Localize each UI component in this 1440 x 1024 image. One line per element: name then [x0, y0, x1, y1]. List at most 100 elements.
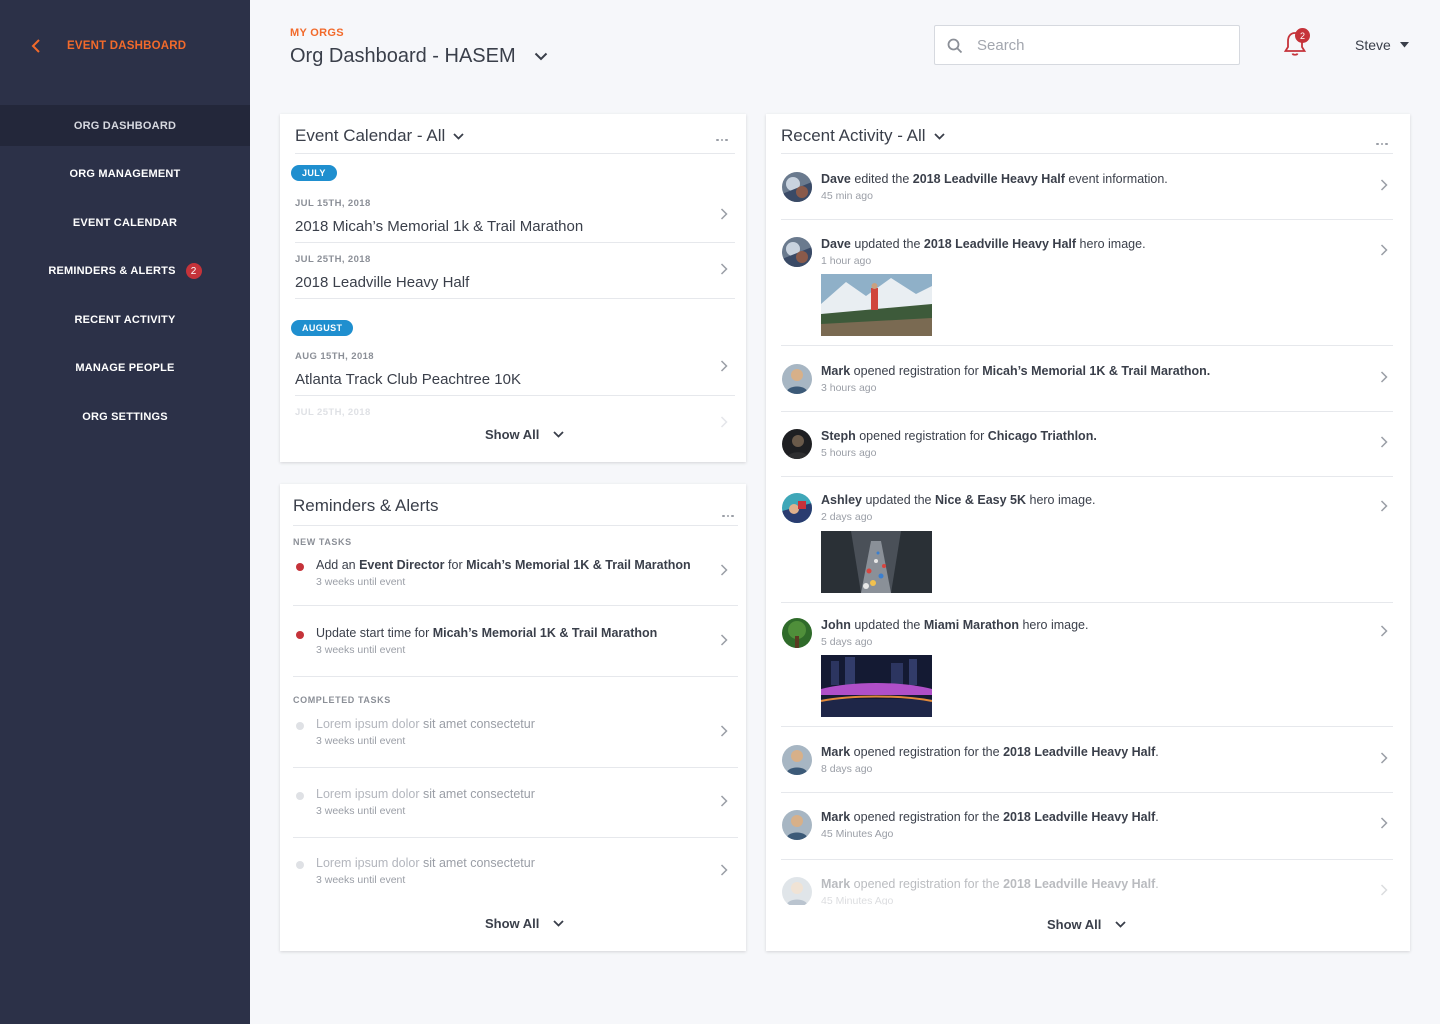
- chevron-right-icon: [1380, 371, 1388, 383]
- activity-time: 2 days ago: [821, 511, 873, 523]
- activity-item[interactable]: Mark opened registration for the 2018 Le…: [781, 745, 1393, 785]
- chevron-right-icon: [1380, 625, 1388, 637]
- card-title: Reminders & Alerts: [293, 496, 439, 515]
- activity-text: Steph opened registration for Chicago Tr…: [821, 429, 1097, 443]
- activity-item[interactable]: Steph opened registration for Chicago Tr…: [781, 429, 1393, 469]
- event-calendar-show-all-button[interactable]: Show All: [485, 427, 565, 442]
- activity-time: 5 hours ago: [821, 447, 877, 459]
- page-title: Org Dashboard - HASEM: [290, 45, 516, 67]
- more-options-icon[interactable]: [1376, 132, 1390, 145]
- month-pill-july: JULY: [291, 165, 337, 181]
- task-title: Lorem ipsum dolor sit amet consectetur: [316, 856, 535, 870]
- event-row[interactable]: JUL 25TH, 2018: [295, 407, 735, 428]
- activity-text: Mark opened registration for the 2018 Le…: [821, 810, 1159, 824]
- event-row[interactable]: AUG 15TH, 2018 Atlanta Track Club Peacht…: [295, 351, 735, 395]
- task-item[interactable]: Lorem ipsum dolor sit amet consectetur 3…: [293, 856, 738, 892]
- month-pill-august: AUGUST: [291, 320, 354, 336]
- recent-activity-filter[interactable]: Recent Activity - All: [781, 126, 945, 146]
- breadcrumb[interactable]: MY ORGS: [290, 27, 344, 39]
- event-row[interactable]: JUL 25TH, 2018 2018 Leadville Heavy Half: [295, 254, 735, 298]
- chevron-right-icon: [1380, 884, 1388, 896]
- chevron-right-icon: [720, 864, 728, 876]
- more-options-icon[interactable]: [722, 504, 736, 517]
- activity-item[interactable]: John updated the Miami Marathon hero ima…: [781, 618, 1393, 718]
- chevron-right-icon: [720, 263, 728, 275]
- chevron-right-icon: [720, 795, 728, 807]
- task-title: Update start time for Micah’s Memorial 1…: [316, 626, 658, 640]
- activity-item[interactable]: Mark opened registration for the 2018 Le…: [781, 810, 1393, 850]
- chevron-right-icon: [720, 208, 728, 220]
- back-to-event-dashboard[interactable]: EVENT DASHBOARD: [0, 30, 250, 64]
- sidebar-item-org-settings[interactable]: ORG SETTINGS: [0, 393, 250, 442]
- task-item[interactable]: Lorem ipsum dolor sit amet consectetur 3…: [293, 717, 738, 753]
- event-name: Atlanta Track Club Peachtree 10K: [295, 371, 521, 388]
- completed-dot-icon: [296, 861, 304, 869]
- show-all-label: Show All: [485, 916, 540, 931]
- notifications-button[interactable]: 2: [1282, 28, 1310, 58]
- sidebar: EVENT DASHBOARD ORG DASHBOARD ORG MANAGE…: [0, 0, 250, 1024]
- task-item[interactable]: Lorem ipsum dolor sit amet consectetur 3…: [293, 787, 738, 823]
- task-title: Lorem ipsum dolor sit amet consectetur: [316, 717, 535, 731]
- task-subtext: 3 weeks until event: [316, 735, 406, 747]
- chevron-right-icon: [720, 725, 728, 737]
- alert-dot-icon: [296, 631, 304, 639]
- sidebar-item-manage-people[interactable]: MANAGE PEOPLE: [0, 344, 250, 393]
- task-item[interactable]: Add an Event Director for Micah’s Memori…: [293, 558, 738, 594]
- avatar-mark: [782, 877, 812, 905]
- activity-text: Ashley updated the Nice & Easy 5K hero i…: [821, 493, 1096, 507]
- sidebar-item-org-dashboard[interactable]: ORG DASHBOARD: [0, 105, 250, 146]
- chevron-right-icon: [1380, 752, 1388, 764]
- task-subtext: 3 weeks until event: [316, 644, 406, 656]
- avatar-dave: [782, 172, 812, 202]
- chevron-right-icon: [720, 564, 728, 576]
- activity-item[interactable]: Dave updated the 2018 Leadville Heavy Ha…: [781, 237, 1393, 337]
- avatar-mark: [782, 364, 812, 394]
- sidebar-item-org-management[interactable]: ORG MANAGEMENT: [0, 150, 250, 199]
- recent-activity-card: Recent Activity - All Dave edited the 20…: [766, 114, 1410, 951]
- activity-time: 3 hours ago: [821, 382, 877, 394]
- caret-down-icon: [1399, 42, 1409, 48]
- activity-item[interactable]: Ashley updated the Nice & Easy 5K hero i…: [781, 493, 1393, 593]
- activity-time: 45 Minutes Ago: [821, 828, 894, 840]
- search-box: [934, 25, 1240, 65]
- event-calendar-filter[interactable]: Event Calendar - All: [295, 126, 464, 146]
- search-input[interactable]: [977, 34, 1227, 56]
- activity-item[interactable]: Dave edited the 2018 Leadville Heavy Hal…: [781, 172, 1393, 212]
- sidebar-item-event-calendar[interactable]: EVENT CALENDAR: [0, 199, 250, 248]
- avatar-dave: [782, 237, 812, 267]
- chevron-right-icon: [1380, 244, 1388, 256]
- task-subtext: 3 weeks until event: [316, 805, 406, 817]
- marathon-crowd-image: [821, 531, 932, 593]
- user-menu[interactable]: Steve: [1355, 37, 1409, 53]
- task-subtext: 3 weeks until event: [316, 576, 406, 588]
- chevron-down-icon: [453, 132, 464, 140]
- user-name: Steve: [1355, 37, 1391, 53]
- event-name: 2018 Micah’s Memorial 1k & Trail Maratho…: [295, 218, 584, 235]
- avatar-john: [782, 618, 812, 648]
- activity-time: 5 days ago: [821, 636, 873, 648]
- sidebar-item-label: ORG SETTINGS: [82, 410, 168, 423]
- reminders-badge: 2: [185, 263, 202, 280]
- more-options-icon[interactable]: [716, 128, 730, 141]
- chevron-right-icon: [1380, 500, 1388, 512]
- activity-time: 8 days ago: [821, 763, 873, 775]
- sidebar-item-reminders-alerts[interactable]: REMINDERS & ALERTS 2: [0, 247, 250, 296]
- chevron-down-icon: [553, 920, 565, 927]
- chevron-right-icon: [1380, 179, 1388, 191]
- activity-item[interactable]: Mark opened registration for the 2018 Le…: [781, 877, 1393, 905]
- card-title: Event Calendar - All: [295, 126, 446, 145]
- chevron-down-icon: [553, 431, 565, 438]
- event-date: JUL 25TH, 2018: [295, 407, 371, 418]
- org-selector[interactable]: Org Dashboard - HASEM: [290, 45, 548, 68]
- event-row[interactable]: JUL 15TH, 2018 2018 Micah’s Memorial 1k …: [295, 198, 735, 242]
- sidebar-item-recent-activity[interactable]: RECENT ACTIVITY: [0, 296, 250, 345]
- alert-dot-icon: [296, 563, 304, 571]
- show-all-label: Show All: [485, 427, 540, 442]
- reminders-show-all-button[interactable]: Show All: [485, 916, 565, 931]
- activity-time: 1 hour ago: [821, 255, 872, 267]
- activity-item[interactable]: Mark opened registration for Micah’s Mem…: [781, 364, 1393, 404]
- event-calendar-card: Event Calendar - All JULY JUL 15TH, 2018…: [280, 114, 746, 462]
- task-item[interactable]: Update start time for Micah’s Memorial 1…: [293, 626, 738, 662]
- recent-activity-show-all-button[interactable]: Show All: [1047, 917, 1127, 932]
- chevron-right-icon: [720, 416, 728, 428]
